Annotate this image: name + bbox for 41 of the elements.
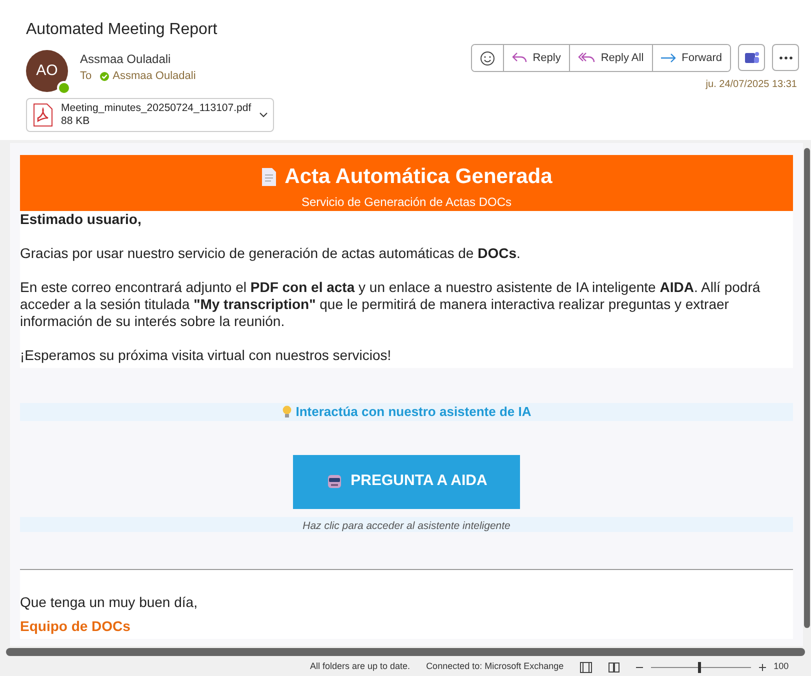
received-date: ju. 24/07/2025 13:31 (706, 78, 797, 92)
forward-arrow-icon (660, 53, 676, 63)
reaction-button[interactable] (472, 45, 504, 71)
chevron-down-icon[interactable] (259, 112, 268, 118)
document-icon (260, 166, 277, 187)
connection-status: Connected to: Microsoft Exchange (426, 660, 564, 674)
sender-name[interactable]: Assmaa Ouladali (80, 50, 196, 68)
reading-view-icon[interactable] (608, 662, 620, 672)
sync-status: All folders are up to date. (310, 660, 410, 674)
app-icon (744, 50, 760, 66)
zoom-level: 100 (774, 660, 789, 674)
sender-avatar: AO (26, 50, 68, 92)
attachment-filename: Meeting_minutes_20250724_113107.pdf (61, 102, 252, 116)
body-paragraph: ¡Esperamos su próxima visita virtual con nuestros servicios! (20, 346, 392, 364)
body-paragraph: En este correo encontrará adjunto el PDF con el acta y un enlace a nuestro asistente de IA inteligente AIDA. Allí podrá acceder a la sesión titulada "My transcription" que le permitirá de manera interactiva realizar preguntas y extraer información de su interés sobre la reunión. (20, 278, 762, 330)
attachment-card[interactable]: Meeting_minutes_20250724_113107.pdf 88 KB (26, 98, 274, 132)
emoji-icon (480, 50, 495, 66)
normal-view-icon[interactable] (580, 662, 592, 672)
greeting: Estimado usuario, (20, 210, 142, 228)
reply-all-icon (578, 52, 595, 64)
email-subject: Automated Meeting Report (26, 20, 218, 40)
recipient-name[interactable]: Assmaa Ouladali (112, 68, 196, 84)
more-icon (778, 56, 792, 60)
lightbulb-icon (282, 405, 292, 418)
zoom-in-icon[interactable] (758, 664, 766, 670)
attachment-size: 88 KB (61, 115, 91, 128)
cta-heading: Interactúa con nuestro asistente de IA (296, 402, 532, 421)
closing-text: Que tenga un muy buen día, (20, 594, 198, 610)
pdf-icon (33, 103, 53, 128)
reply-icon (512, 52, 527, 64)
robot-icon (326, 473, 343, 490)
to-label: To (80, 69, 92, 84)
teams-button[interactable] (738, 44, 765, 71)
banner-subtitle: Servicio de Generación de Actas DOCs (300, 194, 513, 210)
signature: Equipo de DOCs (20, 618, 132, 634)
banner-title: Acta Automática Generada (284, 164, 552, 190)
presence-icon (100, 72, 109, 81)
more-options-button[interactable] (772, 44, 799, 71)
body-paragraph: Gracias por usar nuestro servicio de generación de actas automáticas de DOCs. (20, 244, 522, 262)
cta-hint: Haz clic para acceder al asistente inteligente (302, 520, 510, 532)
horizontal-scrollbar[interactable] (0, 646, 811, 658)
